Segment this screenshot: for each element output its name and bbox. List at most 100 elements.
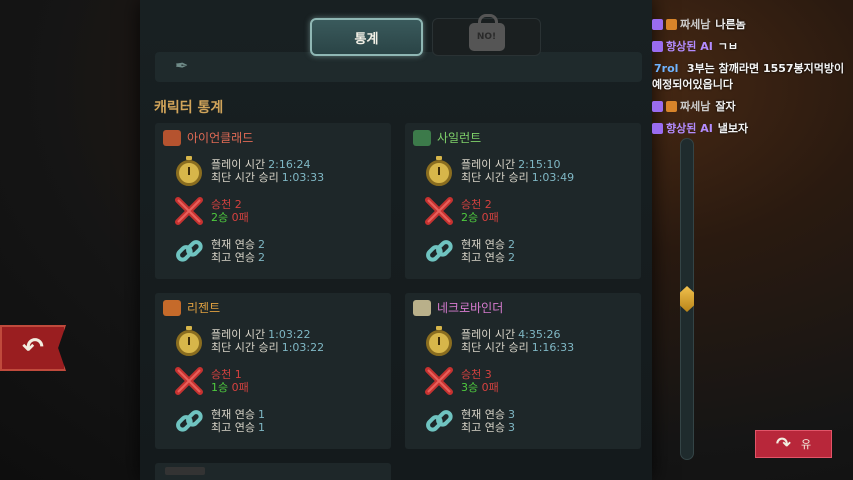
ascension-value: 1	[234, 368, 242, 381]
stream-chat-overlay: 짜세남 나른놈 향상된 AI ㄱㅂ 7rol 3부는 참깨라면 1557봉지먹방…	[652, 14, 852, 140]
silent-icon	[413, 129, 431, 146]
stopwatch-icon	[426, 155, 452, 186]
crossed-swords-icon	[423, 195, 455, 227]
subscriber-badge-icon	[652, 41, 663, 52]
back-button[interactable]: ↶	[0, 325, 66, 371]
character-name: 리젠트	[187, 301, 221, 315]
chat-text: ㄱㅂ	[717, 40, 739, 53]
subscriber-badge-icon	[652, 101, 663, 112]
tab-stats[interactable]: 통계	[310, 18, 423, 56]
play-time-label: 플레이 시간	[211, 158, 266, 171]
back-arrow-icon: ↶	[22, 333, 44, 363]
fan-badge-icon	[666, 19, 677, 30]
chat-message: 향상된 AI ㄱㅂ	[652, 36, 852, 58]
wins-value: 2승	[211, 211, 229, 224]
current-streak-label: 현재 연승	[461, 238, 505, 251]
best-streak-label: 최고 연승	[461, 251, 505, 264]
ascension-label: 승천	[461, 368, 482, 381]
losses-value: 0패	[231, 381, 249, 394]
chat-nickname: 짜세남	[680, 100, 711, 113]
play-time-label: 플레이 시간	[211, 328, 266, 341]
subscriber-badge-icon	[652, 19, 663, 30]
character-card: 리젠트 플레이 시간 1:03:22 최단 시간 승리 1:03:22 승천 1 1…	[155, 293, 391, 449]
losses-value: 0패	[481, 211, 499, 224]
fastest-win-value: 1:03:33	[281, 171, 325, 184]
tab-locked[interactable]: NO!	[432, 14, 541, 56]
best-streak-value: 2	[507, 251, 515, 264]
ascension-value: 3	[484, 368, 492, 381]
play-time-value: 2:15:10	[518, 158, 561, 171]
play-time-label: 플레이 시간	[461, 158, 516, 171]
wins-value: 3승	[461, 381, 479, 394]
best-streak-value: 2	[257, 251, 265, 264]
fastest-win-label: 최단 시간 승리	[211, 171, 279, 184]
chat-message: 향상된 AI 낼보자	[652, 118, 852, 140]
chat-message: 7rol 3부는 참깨라면 1557봉지먹방이 예정되어있읍니다	[652, 61, 852, 93]
forward-button-label: 유	[800, 438, 812, 451]
character-name: 아이언클래드	[187, 131, 254, 145]
feather-icon: ✒	[175, 56, 189, 75]
chain-link-icon	[423, 405, 455, 437]
chat-text: 낼보자	[717, 122, 749, 135]
losses-value: 0패	[231, 211, 249, 224]
fastest-win-value: 1:16:33	[531, 341, 575, 354]
chat-nickname: 향상된 AI	[666, 40, 713, 53]
crossed-swords-icon	[173, 195, 205, 227]
character-name: 네크로바인더	[437, 301, 504, 315]
necrobinder-icon	[413, 299, 431, 316]
losses-value: 0패	[481, 381, 499, 394]
current-streak-value: 1	[257, 408, 265, 421]
chain-link-icon	[423, 235, 455, 267]
current-streak-value: 2	[507, 238, 515, 251]
ascension-value: 2	[484, 198, 492, 211]
top-entry-strip: ✒	[155, 52, 642, 82]
chat-text: 나른놈	[715, 18, 746, 31]
ascension-label: 승천	[211, 198, 232, 211]
character-card: 사일런트 플레이 시간 2:15:10 최단 시간 승리 1:03:49 승천 2 …	[405, 123, 641, 279]
best-streak-label: 최고 연승	[211, 421, 255, 434]
current-streak-label: 현재 연승	[461, 408, 505, 421]
stopwatch-icon	[426, 325, 452, 356]
fastest-win-value: 1:03:49	[531, 171, 575, 184]
ascension-label: 승천	[211, 368, 232, 381]
stopwatch-icon	[176, 155, 202, 186]
subscriber-badge-icon	[652, 123, 663, 134]
character-card: 네크로바인더 플레이 시간 4:35:26 최단 시간 승리 1:16:33 승천 …	[405, 293, 641, 449]
chat-nickname: 7rol	[654, 62, 679, 75]
crossed-swords-icon	[423, 365, 455, 397]
best-streak-value: 3	[507, 421, 515, 434]
chain-link-icon	[173, 405, 205, 437]
chat-message: 짜세남 나른놈	[652, 14, 852, 36]
chat-nickname: 짜세남	[680, 18, 711, 31]
character-card: 아이언클래드 플레이 시간 2:16:24 최단 시간 승리 1:03:33 승천 …	[155, 123, 391, 279]
forward-button[interactable]: ↷ 유	[755, 430, 832, 458]
lock-icon: NO!	[468, 14, 505, 51]
best-streak-label: 최고 연승	[461, 421, 505, 434]
play-time-label: 플레이 시간	[461, 328, 516, 341]
play-time-value: 4:35:26	[518, 328, 561, 341]
section-title: 캐릭터 통계	[154, 100, 224, 116]
chat-text: 잘자	[715, 100, 736, 113]
fastest-win-value: 1:03:22	[281, 341, 325, 354]
fastest-win-label: 최단 시간 승리	[461, 341, 529, 354]
fan-badge-icon	[666, 101, 677, 112]
character-card-partial	[155, 463, 391, 480]
chat-message: 짜세남 잘자	[652, 96, 852, 118]
chat-text: 3부는 참깨라면 1557봉지먹방이 예정되어있읍니다	[652, 62, 845, 91]
chat-nickname: 향상된 AI	[666, 122, 713, 135]
fastest-win-label: 최단 시간 승리	[211, 341, 279, 354]
ironclad-icon	[163, 129, 181, 146]
best-streak-label: 최고 연승	[211, 251, 255, 264]
wins-value: 1승	[211, 381, 229, 394]
fastest-win-label: 최단 시간 승리	[461, 171, 529, 184]
chain-link-icon	[173, 235, 205, 267]
current-streak-label: 현재 연승	[211, 408, 255, 421]
current-streak-label: 현재 연승	[211, 238, 255, 251]
regent-icon	[163, 299, 181, 316]
ascension-value: 2	[234, 198, 242, 211]
forward-arrow-icon: ↷	[775, 433, 791, 455]
current-streak-value: 2	[257, 238, 265, 251]
crossed-swords-icon	[173, 365, 205, 397]
stopwatch-icon	[176, 325, 202, 356]
play-time-value: 2:16:24	[268, 158, 311, 171]
